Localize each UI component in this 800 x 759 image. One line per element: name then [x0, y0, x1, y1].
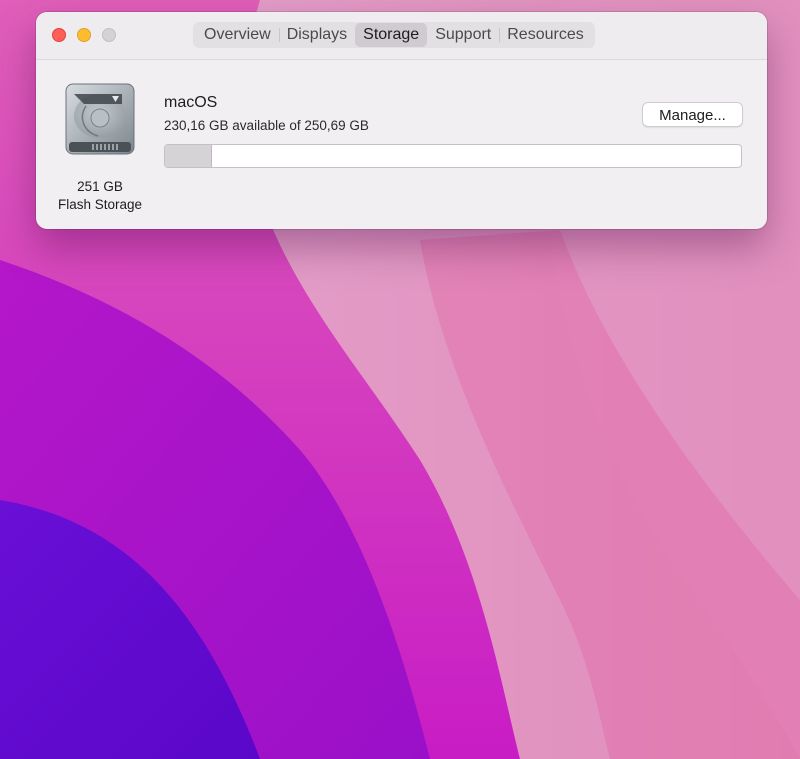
close-button[interactable]: [52, 28, 66, 42]
manage-button[interactable]: Manage...: [642, 102, 743, 127]
tab-bar: Overview Displays Storage Support Resour…: [193, 22, 595, 48]
tab-support[interactable]: Support: [427, 23, 499, 47]
minimize-button[interactable]: [77, 28, 91, 42]
drive-caption: 251 GB Flash Storage: [46, 178, 154, 214]
drive-capacity: 251 GB: [77, 179, 123, 194]
desktop-wallpaper: Overview Displays Storage Support Resour…: [0, 0, 800, 759]
volume-name: macOS: [164, 94, 218, 111]
storage-pane: 251 GB Flash Storage macOS 230,16 GB ava…: [36, 60, 767, 229]
tab-resources[interactable]: Resources: [499, 23, 591, 47]
tab-storage[interactable]: Storage: [355, 23, 428, 47]
zoom-button[interactable]: [102, 28, 116, 42]
tab-displays[interactable]: Displays: [278, 23, 355, 47]
tab-overview[interactable]: Overview: [196, 23, 279, 47]
drive-type: Flash Storage: [57, 197, 143, 212]
storage-usage-bar: [164, 144, 742, 168]
window-titlebar: Overview Displays Storage Support Resour…: [36, 12, 767, 60]
about-this-mac-window: Overview Displays Storage Support Resour…: [36, 12, 767, 229]
hard-drive-icon: [65, 83, 135, 155]
volume-availability: 230,16 GB available of 250,69 GB: [164, 118, 369, 133]
storage-used-segment: [165, 145, 213, 167]
